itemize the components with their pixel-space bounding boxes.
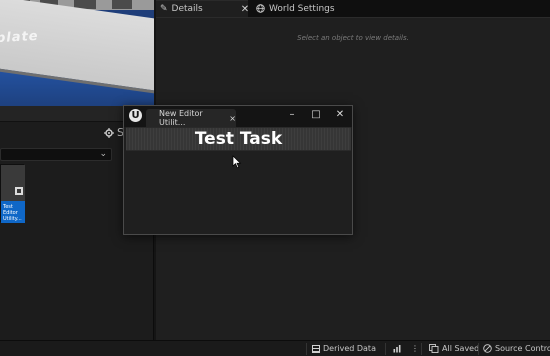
derived-data-label: Derived Data <box>323 344 376 353</box>
tab-editor-utility[interactable]: New Editor Utilit... × <box>146 109 236 127</box>
settings-button[interactable]: S <box>104 126 124 139</box>
widget-body: Test Task <box>124 127 352 234</box>
maximize-button[interactable]: □ <box>309 109 323 120</box>
details-tabbar: ✎ Details ✕ World Settings <box>156 0 550 17</box>
tab-editor-utility-label: New Editor Utilit... <box>159 109 203 127</box>
close-window-button[interactable]: ✕ <box>333 109 347 120</box>
tab-details-label: Details <box>171 4 203 14</box>
divider <box>478 343 479 355</box>
level-viewport[interactable]: plate <box>0 0 154 106</box>
pencil-icon: ✎ <box>160 4 168 14</box>
bar-chart-icon <box>393 345 401 353</box>
more-vertical-icon: ⋮ <box>411 344 419 353</box>
derived-data-button[interactable]: Derived Data <box>312 344 376 353</box>
mouse-cursor-icon <box>232 155 242 169</box>
stats-button[interactable] <box>393 344 402 353</box>
chevron-down-icon: ⌄ <box>99 149 107 159</box>
window-titlebar[interactable]: U New Editor Utilit... × – □ ✕ <box>124 106 352 127</box>
source-control-label: Source Control <box>495 344 550 353</box>
divider <box>385 343 386 355</box>
editor-utility-window[interactable]: U New Editor Utilit... × – □ ✕ Test Task <box>123 105 353 235</box>
divider <box>421 343 422 355</box>
source-control-disabled-icon <box>483 344 492 353</box>
divider <box>156 17 550 18</box>
all-saved-label: All Saved <box>442 344 480 353</box>
close-icon[interactable]: ✕ <box>241 4 249 15</box>
more-options-button[interactable]: ⋮ <box>411 344 419 353</box>
tab-world-settings-label: World Settings <box>269 3 335 14</box>
save-status-button[interactable]: All Saved <box>429 344 479 353</box>
asset-label: Test Editor Utility... <box>1 201 25 223</box>
details-empty-hint: Select an object to view details. <box>297 34 409 42</box>
task-title: Test Task <box>194 129 283 149</box>
globe-icon <box>256 4 265 13</box>
divider <box>306 343 307 355</box>
blueprint-icon <box>15 187 23 195</box>
asset-thumbnail <box>1 165 25 201</box>
database-icon <box>312 344 320 353</box>
close-tab-icon[interactable]: × <box>229 114 236 123</box>
asset-tile[interactable]: Test Editor Utility... <box>0 164 25 223</box>
filter-dropdown[interactable]: ⌄ <box>0 148 112 161</box>
source-control-button[interactable]: Source Control <box>483 344 550 353</box>
gear-icon <box>104 127 114 138</box>
status-bar: Derived Data ⋮ All Saved Source Control <box>0 340 550 356</box>
editor-root: plate S ⌄ Test Editor Utility... ✎ Detai… <box>0 0 550 356</box>
unreal-logo-icon: U <box>129 109 142 122</box>
task-header: Test Task <box>126 127 351 151</box>
tab-details[interactable]: ✎ Details ✕ <box>156 0 249 17</box>
saved-files-icon <box>429 344 439 353</box>
tab-world-settings[interactable]: World Settings <box>252 0 362 17</box>
viewport-tile <box>112 0 132 9</box>
minimize-button[interactable]: – <box>285 109 299 120</box>
viewport-floor-text: plate <box>0 28 39 47</box>
